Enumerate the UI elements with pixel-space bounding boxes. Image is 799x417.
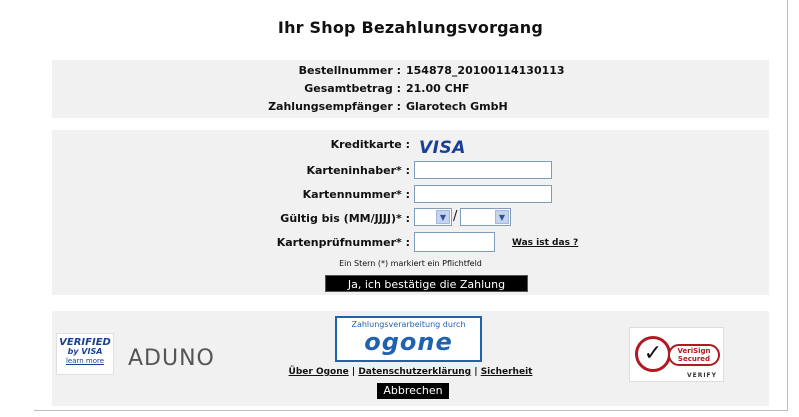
number-label: Kartennummer* :	[302, 188, 410, 201]
privacy-link[interactable]: Datenschutzerklärung	[358, 367, 471, 377]
holder-label: Karteninhaber* :	[306, 164, 410, 177]
about-ogone-link[interactable]: Über Ogone	[289, 367, 349, 377]
expiry-row: Gültig bis (MM/JJJJ)* : ▼ / ▼	[52, 208, 769, 230]
expiry-separator: /	[453, 209, 458, 224]
expiry-label: Gültig bis (MM/JJJJ)* :	[280, 212, 410, 225]
visa-logo-icon: VISA	[419, 138, 466, 158]
order-number-row: Bestellnummer : 154878_20100114130113	[52, 63, 769, 79]
footer: VERIFIED by VISA learn more ADUNO Zahlun…	[52, 311, 769, 406]
total-row: Gesamtbetrag : 21.00 CHF	[52, 81, 769, 97]
verisign-badge: VeriSign Secured	[668, 344, 720, 366]
card-holder-input[interactable]	[414, 161, 552, 179]
vbv-line2: by VISA	[67, 347, 103, 356]
cvc-row: Kartenprüfnummer* : Was ist das ?	[52, 232, 769, 254]
checkmark-icon: ✓	[635, 336, 671, 372]
vbv-learn-more[interactable]: learn more	[57, 356, 113, 366]
holder-row: Karteninhaber* :	[52, 160, 769, 182]
recipient-label: Zahlungsempfänger :	[268, 100, 401, 113]
verisign-line1: VeriSign	[677, 347, 711, 355]
card-type-label: Kreditkarte :	[330, 138, 410, 151]
card-form: Kreditkarte : VISA Karteninhaber* : Kart…	[52, 130, 769, 295]
order-number-label: Bestellnummer :	[298, 64, 401, 77]
order-summary: Bestellnummer : 154878_20100114130113 Ge…	[52, 60, 769, 118]
ogone-name: ogone	[364, 328, 453, 356]
recipient-value: Glarotech GmbH	[406, 100, 508, 113]
cvc-label: Kartenprüfnummer* :	[276, 236, 410, 249]
total-value: 21.00 CHF	[406, 82, 470, 95]
required-note: Ein Stern (*) markiert ein Pflichtfeld	[339, 259, 482, 268]
order-number-value: 154878_20100114130113	[406, 64, 565, 77]
ogone-logo: Zahlungsverarbeitung durch ogone	[335, 316, 482, 362]
verisign-verify: VERIFY	[686, 372, 717, 379]
recipient-row: Zahlungsempfänger : Glarotech GmbH	[52, 99, 769, 115]
expiry-month-select[interactable]: ▼	[414, 208, 452, 226]
cancel-button[interactable]: Abbrechen	[377, 383, 449, 399]
confirm-payment-button[interactable]: Ja, ich bestätige die Zahlung	[325, 275, 528, 292]
payment-page: Ihr Shop Bezahlungsvorgang Bestellnummer…	[34, 0, 788, 411]
security-link[interactable]: Sicherheit	[481, 367, 533, 377]
card-number-input[interactable]	[414, 185, 552, 203]
page-title: Ihr Shop Bezahlungsvorgang	[277, 18, 544, 37]
verisign-line2: Secured	[677, 355, 711, 363]
link-separator: |	[351, 367, 356, 377]
card-type-row: Kreditkarte : VISA	[52, 134, 769, 158]
verisign-seal[interactable]: ✓ VeriSign Secured VERIFY	[629, 327, 724, 382]
chevron-down-icon: ▼	[495, 210, 509, 224]
cvc-input[interactable]	[414, 232, 495, 252]
link-separator: |	[474, 367, 478, 377]
expiry-year-select[interactable]: ▼	[460, 208, 511, 226]
total-label: Gesamtbetrag :	[304, 82, 401, 95]
cvc-help-link[interactable]: Was ist das ?	[512, 238, 578, 248]
number-row: Kartennummer* :	[52, 184, 769, 206]
chevron-down-icon: ▼	[436, 210, 450, 224]
